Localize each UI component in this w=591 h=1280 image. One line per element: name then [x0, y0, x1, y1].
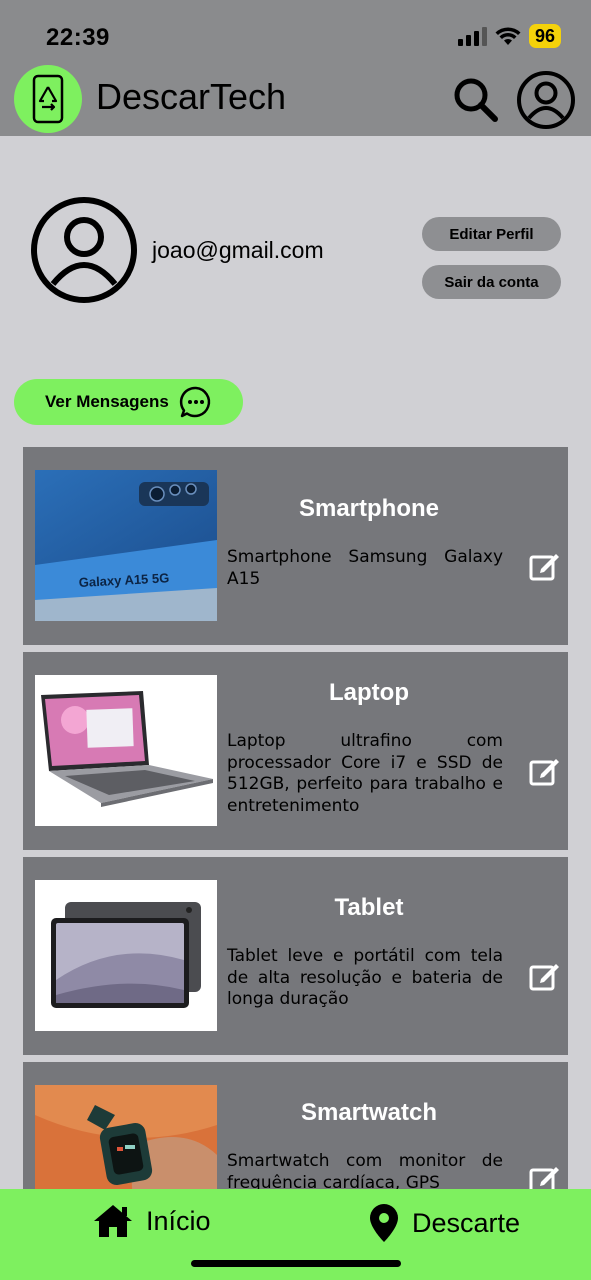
edit-icon[interactable] — [528, 754, 562, 788]
product-description: Laptop ultrafino com processador Core i7… — [227, 731, 503, 816]
product-card-laptop[interactable]: Laptop Laptop ultrafino com processador … — [23, 652, 568, 850]
product-list: Galaxy A15 5G Smartphone Smartphone Sams… — [23, 447, 568, 1189]
home-icon — [94, 1205, 132, 1237]
product-title: Smartphone — [298, 495, 439, 522]
logout-button[interactable]: Sair da conta — [422, 265, 561, 299]
edit-profile-button[interactable]: Editar Perfil — [422, 217, 561, 251]
app-header: DescarTech — [0, 62, 591, 136]
home-indicator — [191, 1260, 401, 1267]
account-button[interactable] — [516, 70, 576, 130]
edit-icon[interactable] — [528, 549, 562, 583]
view-messages-button[interactable]: Ver Mensagens — [14, 379, 243, 425]
wifi-icon — [495, 27, 521, 45]
app-title: DescarTech — [96, 76, 287, 117]
nav-home-label: Início — [146, 1205, 211, 1236]
view-messages-label: Ver Mensagens — [45, 392, 169, 411]
location-pin-icon — [370, 1204, 398, 1242]
status-icons: 96 — [457, 24, 561, 48]
status-time: 22:39 — [46, 24, 110, 51]
battery-indicator: 96 — [528, 24, 561, 48]
status-bar: 22:39 96 — [0, 0, 591, 62]
edit-icon[interactable] — [528, 1162, 562, 1189]
product-image-smartwatch — [35, 1085, 217, 1189]
avatar-icon — [31, 197, 137, 303]
product-description: Smartphone Samsung Galaxy A15 — [227, 547, 503, 589]
product-image-smartphone: Galaxy A15 5G — [35, 470, 217, 621]
product-image-laptop — [35, 675, 217, 826]
search-icon — [454, 78, 498, 122]
profile-email: joao@gmail.com — [152, 237, 324, 263]
edit-icon[interactable] — [528, 959, 562, 993]
bottom-navigation: Início Descarte — [0, 1189, 591, 1280]
nav-descarte[interactable]: Descarte — [368, 1203, 520, 1243]
product-title: Smartwatch — [300, 1099, 438, 1126]
product-title: Laptop — [329, 679, 409, 706]
nav-descarte-label: Descarte — [412, 1207, 521, 1238]
cellular-signal-icon — [457, 26, 487, 46]
chat-bubble-icon — [179, 386, 210, 418]
nav-home[interactable]: Início — [92, 1203, 211, 1239]
product-title: Tablet — [334, 894, 404, 921]
recycle-phone-logo-icon[interactable] — [14, 65, 82, 133]
product-card-smartwatch[interactable]: Smartwatch Smartwatch com monitor de fre… — [23, 1062, 568, 1189]
account-icon — [517, 71, 575, 129]
product-card-tablet[interactable]: Tablet Tablet leve e portátil com tela d… — [23, 857, 568, 1055]
product-card-smartphone[interactable]: Galaxy A15 5G Smartphone Smartphone Sams… — [23, 447, 568, 645]
product-image-tablet — [35, 880, 217, 1031]
search-button[interactable] — [450, 74, 502, 126]
profile-avatar — [30, 196, 138, 304]
product-description: Smartwatch com monitor de frequência car… — [227, 1151, 503, 1189]
product-description: Tablet leve e portátil com tela de alta … — [227, 946, 503, 1009]
